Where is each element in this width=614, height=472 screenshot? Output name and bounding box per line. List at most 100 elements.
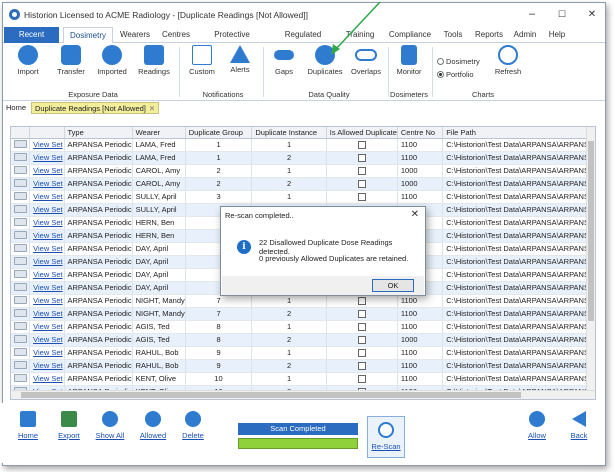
header-file-path[interactable]: File Path bbox=[442, 127, 595, 139]
maximize-button[interactable]: ☐ bbox=[552, 9, 572, 20]
table-row[interactable]: View Set ARPANSA Periodic KENT, Olive 10 1 11… bbox=[11, 372, 595, 386]
is-allowed-checkbox[interactable] bbox=[357, 336, 366, 344]
is-allowed-checkbox[interactable] bbox=[357, 362, 366, 370]
overlaps-button[interactable]: Overlaps bbox=[349, 45, 383, 76]
view-set-link[interactable]: View Set bbox=[33, 348, 62, 357]
header-wearer[interactable]: Wearer bbox=[132, 127, 186, 139]
view-set-link[interactable]: View Set bbox=[33, 335, 62, 344]
export-button[interactable]: Export bbox=[55, 411, 83, 440]
tab-regulated-devices[interactable]: Regulated Devices bbox=[271, 27, 335, 55]
show-all-button[interactable]: Show All bbox=[93, 411, 127, 440]
is-allowed-checkbox[interactable] bbox=[357, 297, 366, 305]
ok-button[interactable]: OK bbox=[372, 279, 414, 292]
view-set-link[interactable]: View Set bbox=[33, 257, 62, 266]
view-set-link[interactable]: View Set bbox=[33, 218, 62, 227]
close-tab-icon[interactable]: ✕ bbox=[149, 104, 155, 113]
duplicates-button[interactable]: Duplicates bbox=[305, 45, 345, 76]
is-allowed-checkbox[interactable] bbox=[357, 154, 366, 162]
view-set-link[interactable]: View Set bbox=[33, 231, 62, 240]
view-set-link[interactable]: View Set bbox=[33, 283, 62, 292]
view-set-link[interactable]: View Set bbox=[33, 140, 62, 149]
vertical-scrollbar[interactable] bbox=[586, 127, 595, 399]
record-icon bbox=[14, 321, 27, 330]
table-row[interactable]: View Set ARPANSA Periodic AGIS, Ted 8 1 1100 C… bbox=[11, 320, 595, 334]
back-button[interactable]: Back bbox=[566, 411, 592, 440]
duplicate-group-cell: 9 bbox=[185, 359, 253, 373]
home-button[interactable]: Home bbox=[15, 411, 41, 440]
view-set-link[interactable]: View Set bbox=[33, 296, 62, 305]
is-allowed-cell bbox=[326, 372, 398, 386]
view-set-link[interactable]: View Set bbox=[33, 244, 62, 253]
header-type[interactable]: Type bbox=[64, 127, 133, 139]
table-row[interactable]: View Set ARPANSA Periodic AGIS, Ted 8 2 1000 C… bbox=[11, 333, 595, 347]
view-set-link[interactable]: View Set bbox=[33, 166, 62, 175]
dialog-close-button[interactable]: ✕ bbox=[411, 209, 419, 220]
transfer-button[interactable]: Transfer bbox=[55, 45, 87, 76]
gaps-button[interactable]: Gaps bbox=[271, 45, 297, 76]
header-duplicate-group[interactable]: Duplicate Group bbox=[185, 127, 253, 139]
portfolio-chart-radio[interactable]: Portfolio bbox=[437, 70, 474, 79]
header-is-allowed-duplicate[interactable]: Is Allowed Duplicate bbox=[326, 127, 398, 139]
delete-button[interactable]: Delete bbox=[178, 411, 208, 440]
tab-dosimetry[interactable]: Dosimetry bbox=[63, 27, 113, 44]
dosimetry-chart-radio[interactable]: Dosimetry bbox=[437, 57, 480, 66]
recent-button[interactable]: Recent bbox=[4, 27, 59, 43]
refresh-button[interactable]: Refresh bbox=[492, 45, 524, 76]
allow-button[interactable]: Allow bbox=[524, 411, 550, 440]
table-row[interactable]: View Set ARPANSA Periodic CAROL, Amy 2 2 1000… bbox=[11, 177, 595, 191]
table-row[interactable]: View Set ARPANSA Periodic LAMA, Fred 1 1 1100… bbox=[11, 138, 595, 152]
tab-centres[interactable]: Centres bbox=[158, 27, 194, 43]
record-icon bbox=[14, 165, 27, 174]
tab-reports[interactable]: Reports bbox=[473, 27, 505, 43]
is-allowed-checkbox[interactable] bbox=[357, 141, 366, 149]
custom-button[interactable]: Custom bbox=[187, 45, 217, 76]
tab-help[interactable]: Help bbox=[546, 27, 568, 43]
view-set-link[interactable]: View Set bbox=[33, 322, 62, 331]
view-set-link[interactable]: View Set bbox=[33, 270, 62, 279]
is-allowed-checkbox[interactable] bbox=[357, 180, 366, 188]
view-set-link[interactable]: View Set bbox=[33, 374, 62, 383]
rescan-button[interactable]: Re-Scan bbox=[367, 416, 405, 458]
import-button[interactable]: Import bbox=[13, 45, 43, 76]
horizontal-scrollbar[interactable] bbox=[11, 390, 595, 399]
view-set-link[interactable]: View Set bbox=[33, 309, 62, 318]
table-row[interactable]: View Set ARPANSA Periodic SULLY, April 3 1 11… bbox=[11, 190, 595, 204]
view-set-link[interactable]: View Set bbox=[33, 179, 62, 188]
view-set-link[interactable]: View Set bbox=[33, 192, 62, 201]
is-allowed-checkbox[interactable] bbox=[357, 167, 366, 175]
header-duplicate-instance[interactable]: Duplicate Instance bbox=[251, 127, 327, 139]
is-allowed-checkbox[interactable] bbox=[357, 349, 366, 357]
close-button[interactable]: ✕ bbox=[582, 9, 602, 20]
imported-button[interactable]: Imported bbox=[95, 45, 129, 76]
tab-admin[interactable]: Admin bbox=[511, 27, 539, 43]
view-set-link[interactable]: View Set bbox=[33, 205, 62, 214]
tab-wearers[interactable]: Wearers bbox=[117, 27, 153, 43]
header-centre-no[interactable]: Centre No bbox=[397, 127, 444, 139]
is-allowed-checkbox[interactable] bbox=[357, 323, 366, 331]
allowed-button[interactable]: Allowed bbox=[137, 411, 169, 440]
tab-protective-devices[interactable]: Protective Devices bbox=[200, 27, 264, 55]
is-allowed-checkbox[interactable] bbox=[357, 310, 366, 318]
table-row[interactable]: View Set ARPANSA Periodic NIGHT, Mandy 7 2 11… bbox=[11, 307, 595, 321]
duplicate-readings-tab[interactable]: Duplicate Readings [Not Allowed] ✕ bbox=[31, 102, 160, 114]
minimize-button[interactable]: – bbox=[522, 8, 542, 20]
tab-training[interactable]: Training bbox=[341, 27, 379, 43]
monitor-button[interactable]: Monitor bbox=[394, 45, 424, 76]
table-row[interactable]: View Set ARPANSA Periodic RAHUL, Bob 9 2 1100… bbox=[11, 359, 595, 373]
table-row[interactable]: View Set ARPANSA Periodic CAROL, Amy 2 1 1000… bbox=[11, 164, 595, 178]
tab-tools[interactable]: Tools bbox=[440, 27, 466, 43]
alerts-button[interactable]: Alerts bbox=[225, 45, 255, 74]
is-allowed-checkbox[interactable] bbox=[357, 193, 366, 201]
scroll-thumb[interactable] bbox=[588, 141, 594, 321]
tab-compliance[interactable]: Compliance bbox=[387, 27, 433, 43]
view-set-cell: View Set bbox=[29, 242, 65, 256]
table-row[interactable]: View Set ARPANSA Periodic RAHUL, Bob 9 1 1100… bbox=[11, 346, 595, 360]
scroll-thumb[interactable] bbox=[21, 392, 521, 398]
view-set-link[interactable]: View Set bbox=[33, 361, 62, 370]
is-allowed-checkbox[interactable] bbox=[357, 375, 366, 383]
view-set-link[interactable]: View Set bbox=[33, 153, 62, 162]
table-row[interactable]: View Set ARPANSA Periodic LAMA, Fred 1 2 1100… bbox=[11, 151, 595, 165]
home-tab[interactable]: Home bbox=[6, 103, 26, 112]
readings-button[interactable]: Readings bbox=[136, 45, 172, 76]
record-icon bbox=[14, 152, 27, 161]
